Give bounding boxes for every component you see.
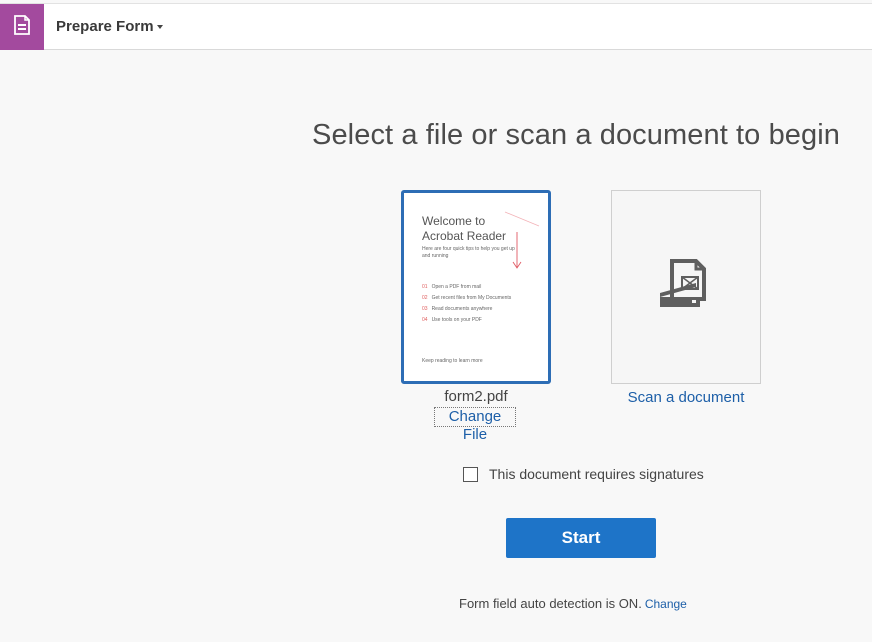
selected-file-name: form2.pdf xyxy=(444,388,508,405)
scan-document-card[interactable] xyxy=(611,190,761,384)
tool-icon-tile xyxy=(0,4,44,50)
thumbnail-arrow-graphic xyxy=(504,211,540,269)
thumbnail-subtitle: Here are four quick tips to help you get… xyxy=(422,246,515,259)
auto-detection-text: Form field auto detection is ON. xyxy=(459,596,642,611)
tool-title-dropdown[interactable]: Prepare Form xyxy=(56,18,163,35)
start-button[interactable]: Start xyxy=(506,518,656,558)
requires-signatures-label: This document requires signatures xyxy=(489,466,704,482)
scan-document-link[interactable]: Scan a document xyxy=(611,389,761,406)
auto-detection-status: Form field auto detection is ON. Change xyxy=(459,596,687,611)
tool-title-label: Prepare Form xyxy=(56,18,154,35)
tool-header: Prepare Form xyxy=(0,3,872,50)
file-thumbnail: Welcome to Acrobat Reader Here are four … xyxy=(407,196,545,378)
thumbnail-footer: Keep reading to learn more xyxy=(422,358,483,364)
change-detection-link[interactable]: Change xyxy=(645,597,687,611)
thumbnail-tips: 01 Open a PDF from mail 02 Get recent file… xyxy=(422,282,511,326)
thumbnail-tip: 04 Use tools on your PDF xyxy=(422,317,482,323)
thumbnail-tip: 01 Open a PDF from mail xyxy=(422,284,482,290)
page-title: Select a file or scan a document to begi… xyxy=(312,119,841,151)
selected-file-card[interactable]: Welcome to Acrobat Reader Here are four … xyxy=(401,190,551,384)
scanner-icon xyxy=(658,258,714,316)
thumbnail-tip: 02 Get recent files from My Documents xyxy=(422,295,512,301)
change-file-link[interactable]: Change File xyxy=(434,407,516,443)
requires-signatures-checkbox[interactable] xyxy=(463,466,478,482)
form-document-icon xyxy=(13,14,31,40)
requires-signatures-option[interactable]: This document requires signatures xyxy=(463,466,704,482)
thumbnail-tip: 03 Read documents anywhere xyxy=(422,306,493,312)
chevron-down-icon xyxy=(156,25,163,29)
